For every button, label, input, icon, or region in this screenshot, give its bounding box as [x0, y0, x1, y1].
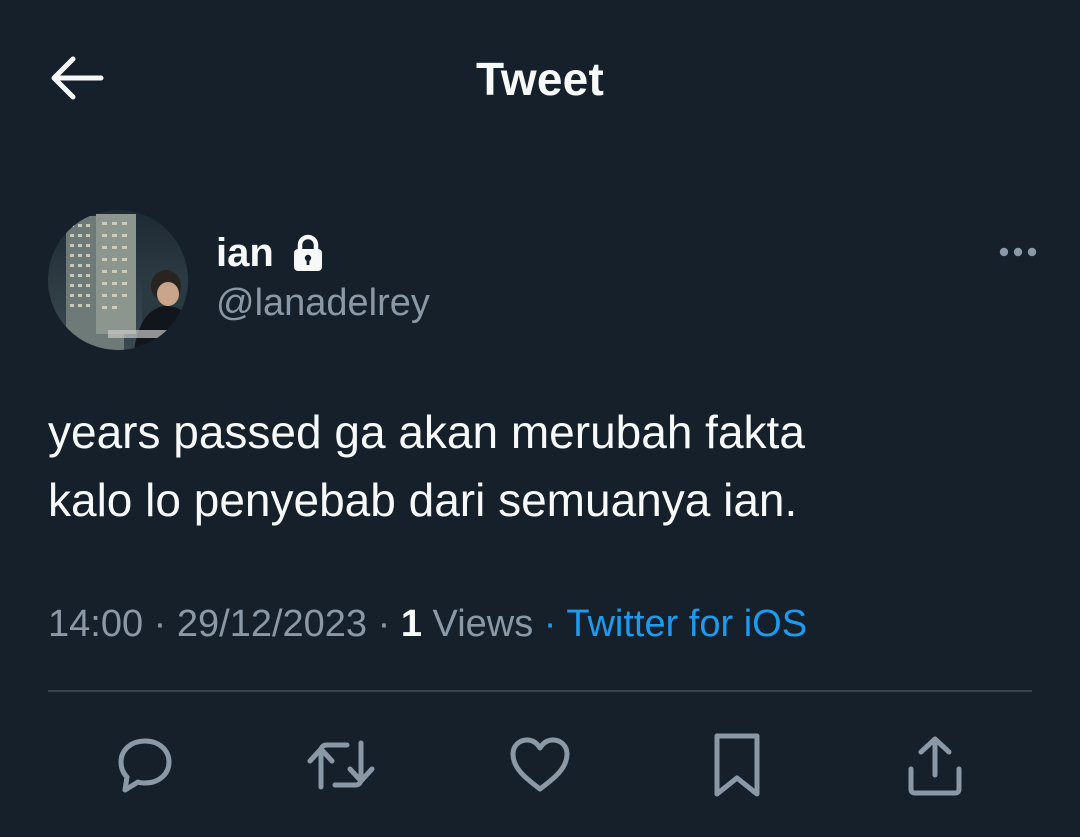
views-count: 1 [400, 603, 422, 645]
user-handle[interactable]: @lanadelrey [216, 282, 430, 325]
page-title: Tweet [476, 53, 604, 105]
avatar[interactable] [48, 210, 188, 350]
separator: · [377, 603, 391, 645]
tweet-time[interactable]: 14:00 [48, 603, 143, 645]
avatar-photo [48, 210, 188, 350]
tweet-actions [48, 728, 1032, 802]
display-name-row: ian [216, 228, 326, 278]
views-label: Views [432, 603, 534, 645]
heart-icon [510, 737, 570, 792]
retweet-button[interactable] [304, 728, 378, 802]
like-button[interactable] [503, 728, 577, 802]
separator: · [153, 603, 167, 645]
reply-icon [118, 738, 172, 793]
tweet-meta: 14:00 · 29/12/2023 · 1 Views · Twitter f… [48, 598, 1038, 650]
reply-button[interactable] [108, 728, 182, 802]
tweet-text: years passed ga akan merubah fakta kalo … [48, 406, 805, 526]
share-button[interactable] [898, 728, 972, 802]
retweet-icon [307, 740, 375, 790]
divider [48, 690, 1032, 692]
bookmark-icon [714, 733, 760, 797]
more-options-button[interactable] [990, 232, 1038, 272]
top-bar: Tweet [0, 0, 1080, 160]
lock-icon [292, 234, 326, 272]
tweet-source-link[interactable]: Twitter for iOS [566, 603, 807, 645]
separator: · [543, 603, 557, 645]
tweet-date[interactable]: 29/12/2023 [177, 603, 367, 645]
tweet-author: ian @lanadelrey [48, 210, 1038, 350]
more-horizontal-icon [999, 247, 1037, 257]
display-name[interactable]: ian [216, 231, 274, 276]
bookmark-button[interactable] [700, 728, 774, 802]
share-icon [908, 736, 962, 796]
